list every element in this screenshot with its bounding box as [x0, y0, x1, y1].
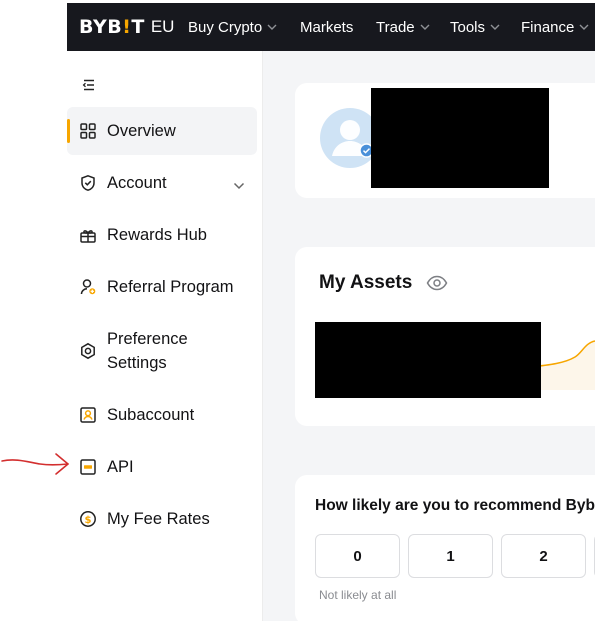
chevron-down-icon [420, 24, 430, 30]
sidebar-item-preference-settings[interactable]: Preference Settings [67, 315, 257, 387]
sidebar-item-overview[interactable]: Overview [67, 107, 257, 155]
nav-trade[interactable]: Trade [376, 3, 430, 51]
nav-markets[interactable]: Markets [300, 3, 353, 51]
chevron-down-icon [490, 24, 500, 30]
sidebar-item-rewards-hub[interactable]: Rewards Hub [67, 211, 257, 259]
redacted-user-info [371, 88, 549, 188]
chevron-down-icon [579, 24, 589, 30]
sidebar-item-account[interactable]: Account [67, 159, 257, 207]
svg-text:$: $ [85, 515, 92, 526]
annotation-arrow-icon [1, 453, 69, 475]
api-icon [79, 458, 97, 476]
nps-question: How likely are you to recommend Byb [315, 497, 595, 514]
assets-title: My Assets [319, 272, 413, 293]
gear-icon [79, 342, 97, 360]
sidebar-collapse-icon[interactable] [81, 77, 97, 93]
user-plus-icon [79, 278, 97, 296]
nps-score-1-button[interactable]: 1 [408, 534, 493, 578]
nps-score-2-button[interactable]: 2 [501, 534, 586, 578]
shield-icon [79, 174, 97, 192]
sidebar-item-referral-program[interactable]: Referral Program [67, 263, 257, 311]
eye-icon[interactable] [426, 275, 448, 296]
sidebar-item-label: Rewards Hub [107, 226, 207, 244]
sidebar-item-label: My Fee Rates [107, 510, 210, 528]
sidebar-item-label: Referral Program [107, 278, 234, 296]
sidebar-item-label: Subaccount [107, 406, 195, 424]
nps-score-0-button[interactable]: 0 [315, 534, 400, 578]
nav-buy-crypto[interactable]: Buy Crypto [188, 3, 277, 51]
redacted-balance [315, 322, 541, 398]
app-root: BYB!T EU Buy Crypto Markets Trade Tools … [0, 0, 595, 621]
logo-region: EU [150, 17, 175, 36]
grid-icon [79, 122, 97, 140]
chevron-down-icon [233, 176, 245, 195]
sidebar-item-label: API [107, 458, 134, 476]
bybit-logo[interactable]: BYB!T EU [79, 3, 174, 51]
sidebar-item-label: Preference Settings [107, 330, 188, 372]
dollar-icon: $ [79, 510, 97, 528]
sidebar-item-label: Account [107, 174, 167, 192]
top-nav-bar: BYB!T EU Buy Crypto Markets Trade Tools … [67, 3, 595, 51]
sidebar-item-my-fee-rates[interactable]: $ My Fee Rates [67, 495, 257, 543]
gift-icon [79, 226, 97, 244]
nps-low-label: Not likely at all [319, 588, 397, 602]
sidebar-item-subaccount[interactable]: Subaccount [67, 391, 257, 439]
sidebar-item-label: Overview [107, 122, 176, 140]
chevron-down-icon [267, 24, 277, 30]
subaccount-icon [79, 406, 97, 424]
nav-tools[interactable]: Tools [450, 3, 500, 51]
nav-finance[interactable]: Finance [521, 3, 589, 51]
sidebar-item-api[interactable]: API [67, 443, 257, 491]
